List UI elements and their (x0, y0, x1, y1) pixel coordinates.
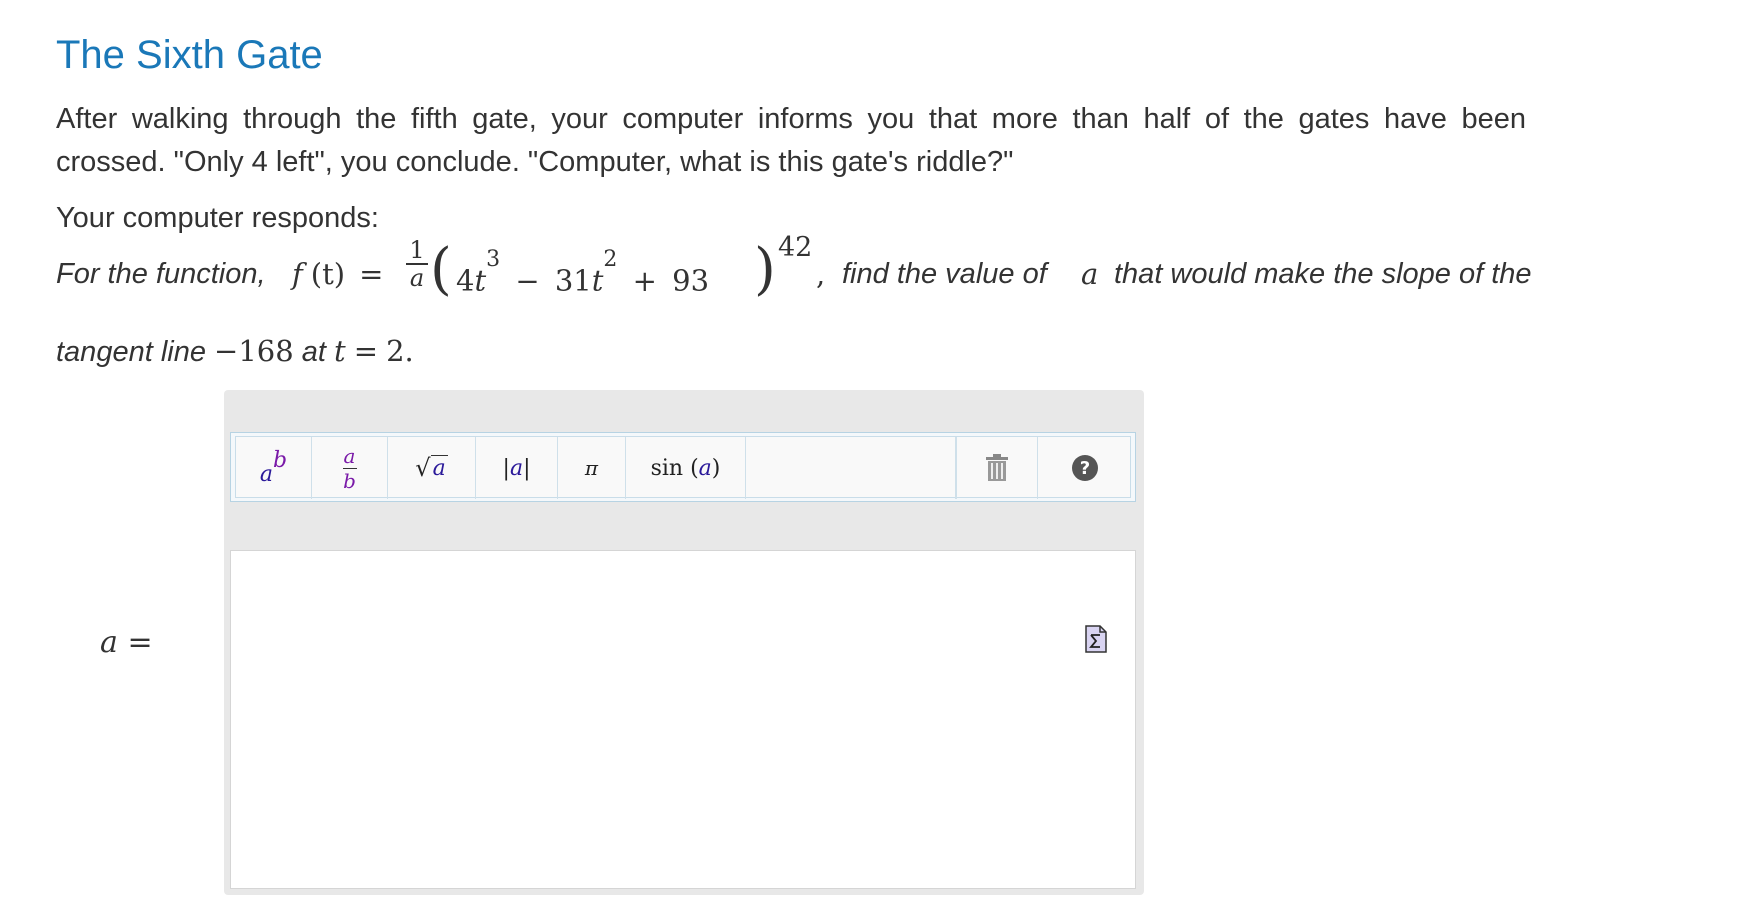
right-paren: ) (754, 237, 776, 302)
line2-lead: tangent line (56, 336, 206, 368)
math-input-widget: ab a b √ a | a | π sin (a) ? (224, 390, 1144, 895)
problem-line-2: tangent line −168 at t = 2. (56, 334, 414, 369)
left-paren: ( (430, 237, 452, 302)
sin-button[interactable]: sin (a) (626, 437, 746, 499)
sin-label: sin (650, 455, 684, 481)
term1-coef: 4 (456, 263, 475, 298)
fraction-button-num: a (343, 443, 356, 468)
power-exponent: b (273, 447, 288, 473)
fraction: 1 a (406, 238, 428, 290)
term1-var: t (474, 263, 487, 298)
fraction-button[interactable]: a b (312, 437, 388, 499)
intro-paragraph: After walking through the fifth gate, yo… (56, 103, 1526, 178)
term3: 93 (672, 263, 710, 298)
comma: , (816, 257, 826, 291)
power-base: a (259, 461, 274, 487)
fraction-denominator: a (409, 264, 425, 292)
sqrt-var: a (430, 455, 448, 481)
polynomial: 4t3 − 31t2 + 93 (456, 247, 710, 301)
at-word: at (301, 336, 326, 368)
answer-input[interactable] (230, 550, 1136, 889)
function-expression: f (t) = (292, 254, 383, 295)
fraction-numerator: 1 (409, 236, 425, 264)
help-glyph: ? (1080, 458, 1090, 479)
problem-lead: For the function, (56, 258, 266, 290)
fraction-button-den: b (343, 468, 356, 493)
sqrt-button[interactable]: √ a (388, 437, 476, 499)
sin-var: a (698, 455, 712, 481)
pi-button[interactable]: π (558, 437, 626, 499)
term1-exp: 3 (486, 247, 501, 272)
equation-editor-icon[interactable] (1085, 625, 1107, 653)
math-toolbar-inner: ab a b √ a | a | π sin (a) ? (235, 436, 1132, 499)
pi-symbol: π (584, 456, 599, 480)
abs-button[interactable]: | a | (476, 437, 558, 499)
term2-coef: 31 (554, 263, 592, 298)
slope-value: −168 (214, 334, 294, 368)
outer-exponent: 42 (778, 232, 813, 263)
function-arg: (t) (310, 257, 346, 291)
answer-label-equals: = (127, 625, 153, 660)
t-equals: = (353, 334, 379, 368)
term2-var: t (591, 263, 604, 298)
minus-sign: − (515, 263, 540, 298)
trash-button[interactable] (956, 437, 1038, 499)
help-icon: ? (1072, 455, 1098, 481)
variable-a: a (1081, 257, 1099, 291)
abs-var: a (509, 455, 524, 481)
function-equals: = (359, 257, 384, 291)
abs-open: | (502, 455, 510, 481)
t-value: 2. (386, 334, 414, 368)
answer-label: a = (100, 625, 153, 660)
toolbar-spacer (746, 437, 956, 499)
problem-tail: that would make the slope of the (1114, 258, 1532, 290)
page-title: The Sixth Gate (56, 33, 323, 77)
answer-label-var: a (100, 625, 118, 660)
t-variable: t (334, 334, 346, 368)
plus-sign: + (632, 263, 657, 298)
problem-mid: find the value of (842, 258, 1047, 290)
function-name: f (292, 257, 303, 291)
help-button[interactable]: ? (1038, 437, 1132, 499)
abs-close: | (523, 455, 531, 481)
power-button[interactable]: ab (236, 437, 312, 499)
problem-line-1: For the function, f (t) = 1 a ( 4t3 − 31… (56, 232, 1536, 334)
math-toolbar: ab a b √ a | a | π sin (a) ? (230, 432, 1136, 502)
sqrt-symbol: √ (415, 454, 431, 482)
term2-exp: 2 (603, 247, 618, 272)
trash-icon (986, 454, 1008, 481)
